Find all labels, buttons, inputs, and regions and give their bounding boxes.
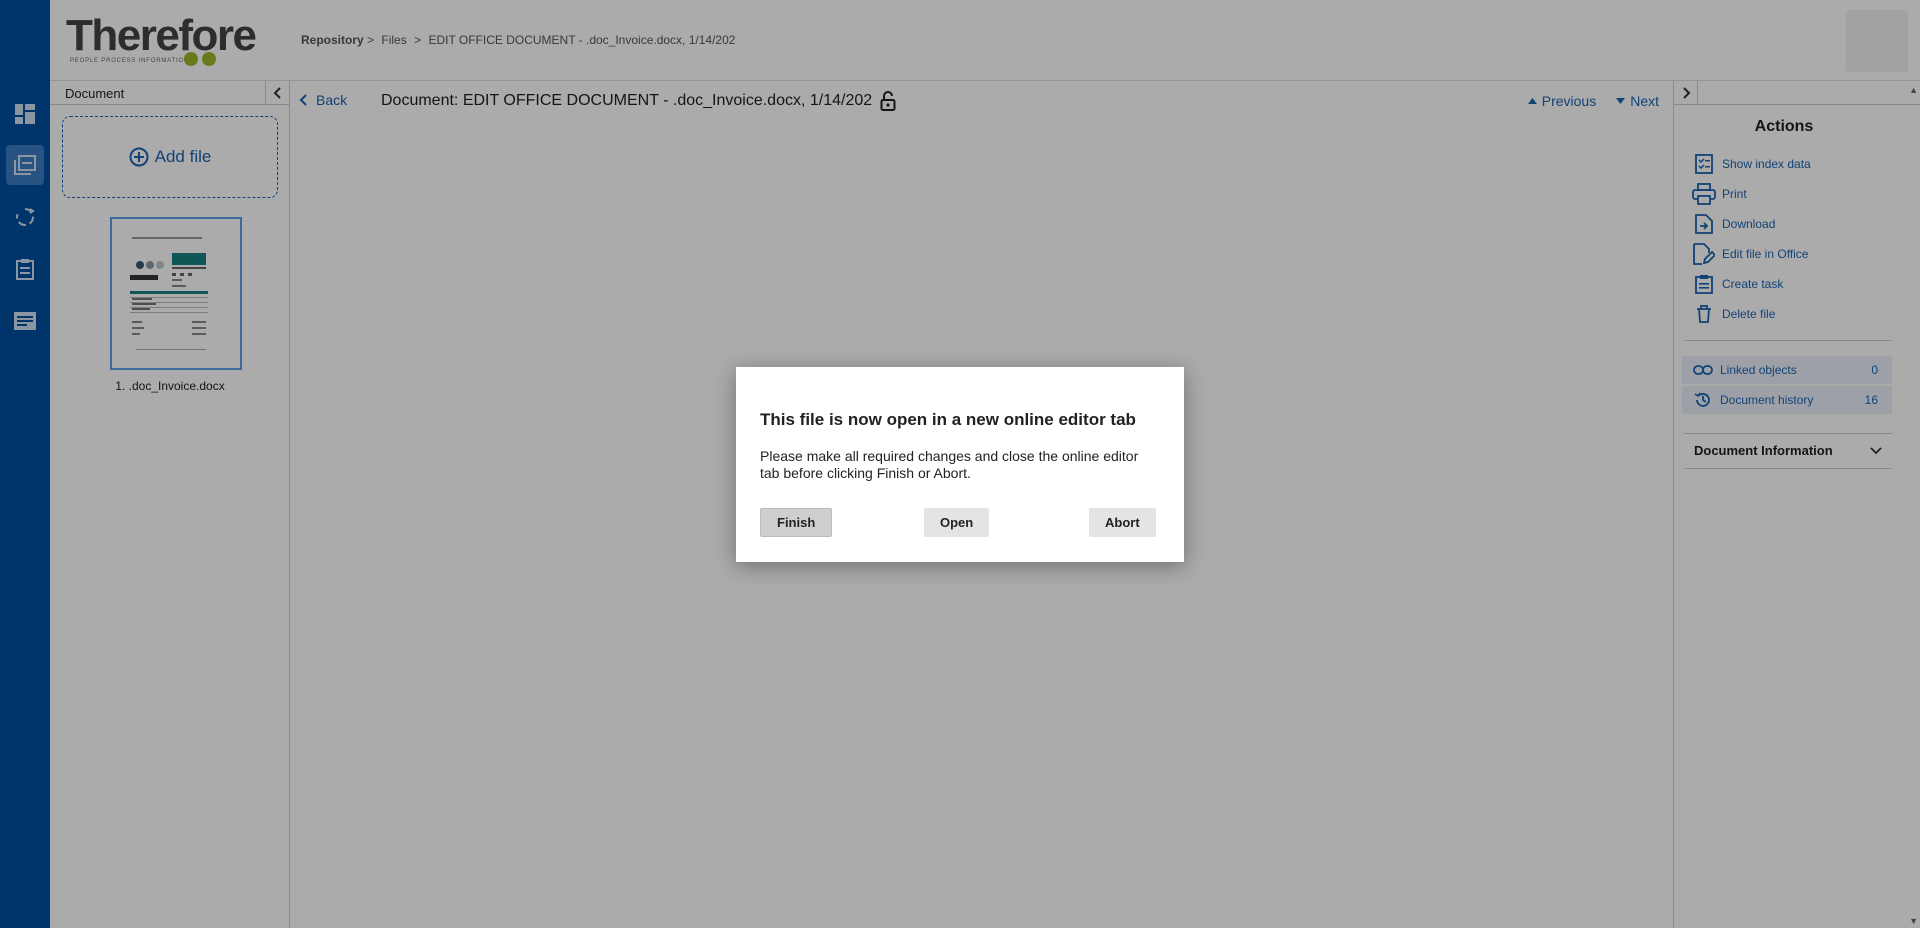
- finish-button[interactable]: Finish: [760, 508, 833, 537]
- abort-button[interactable]: Abort: [1089, 508, 1156, 537]
- dialog-message: Please make all required changes and clo…: [760, 448, 1139, 481]
- dialog-title: This file is now open in a new online ed…: [760, 410, 1136, 429]
- open-button[interactable]: Open: [924, 508, 990, 537]
- online-editor-dialog: This file is now open in a new online ed…: [736, 367, 1184, 562]
